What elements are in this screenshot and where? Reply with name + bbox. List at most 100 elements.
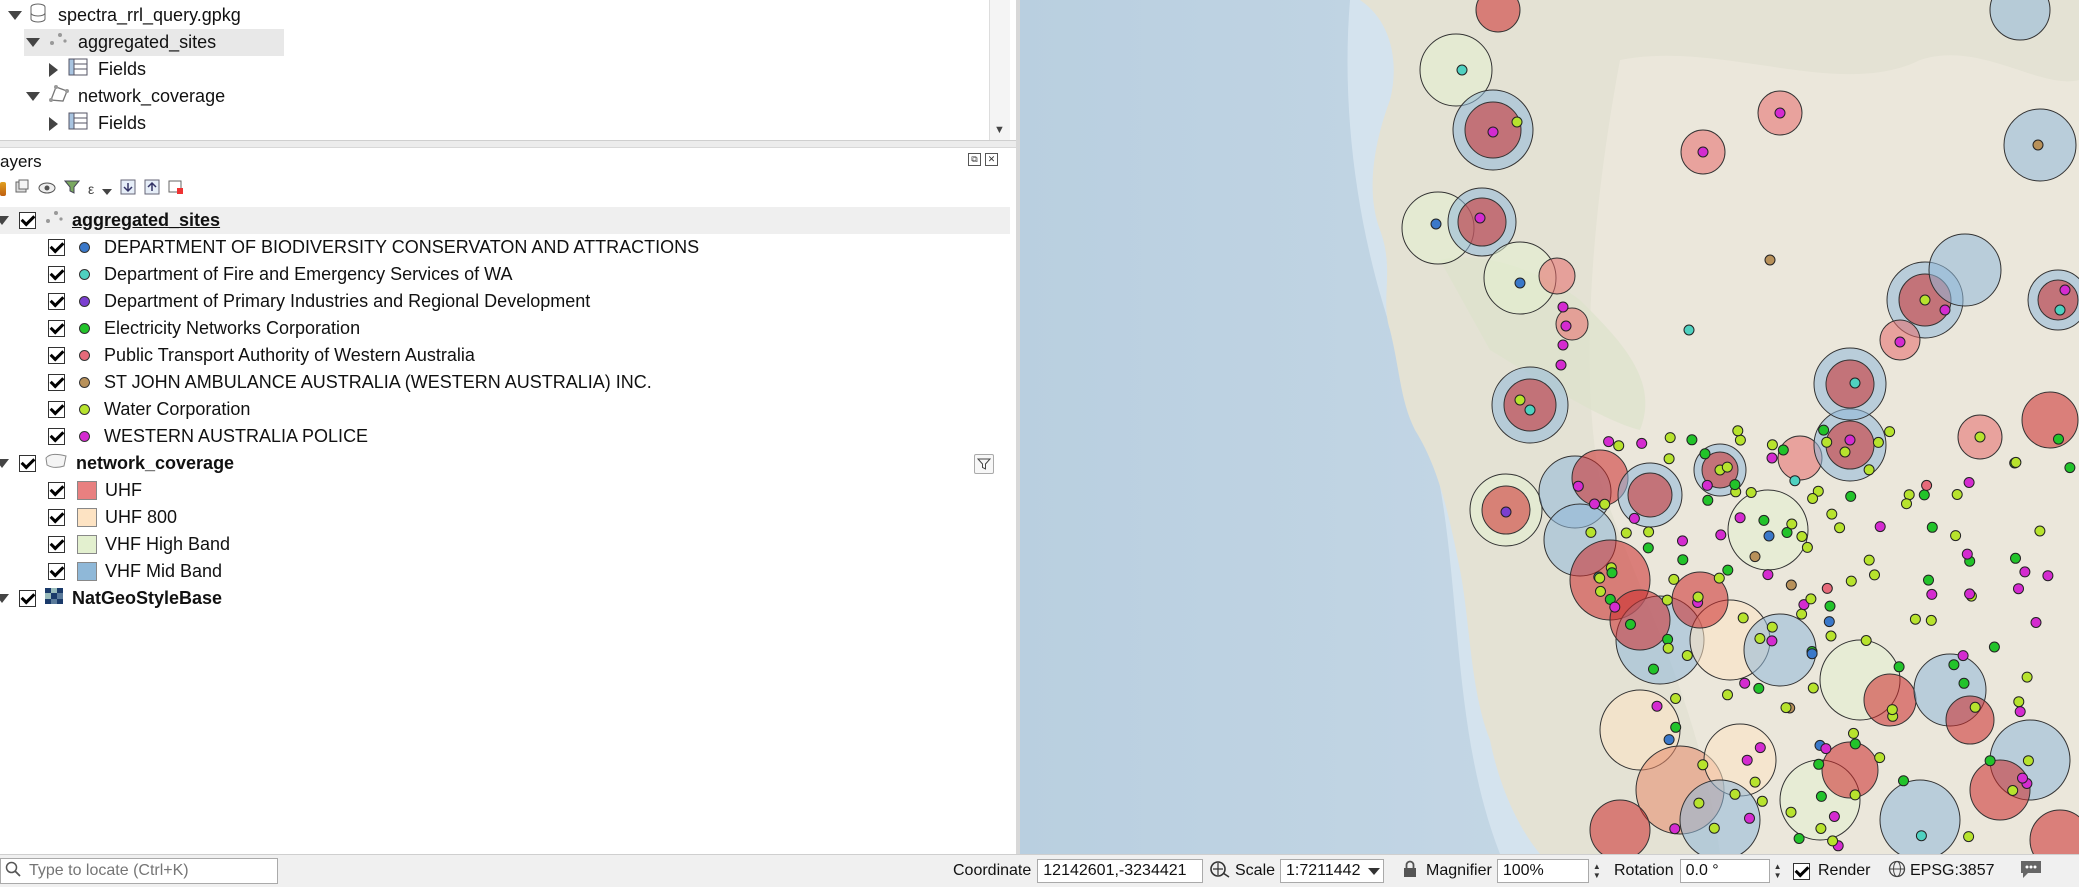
collapse-arrow-icon[interactable] xyxy=(0,594,9,603)
site-dot xyxy=(1963,831,1975,843)
class-symbol xyxy=(79,296,90,307)
class-visibility-checkbox[interactable] xyxy=(48,428,65,445)
locator-bar[interactable] xyxy=(0,858,278,884)
class-visibility-checkbox[interactable] xyxy=(48,239,65,256)
polygon-layer-icon xyxy=(48,84,70,109)
expand-arrow-icon[interactable] xyxy=(24,38,42,47)
legend-item[interactable]: Electricity Networks Corporation xyxy=(0,315,1010,342)
scroll-down-icon[interactable]: ▼ xyxy=(994,124,1005,136)
render-widget[interactable]: Render xyxy=(1793,855,1870,887)
site-dot xyxy=(2064,462,2076,474)
collapse-arrow-icon[interactable] xyxy=(44,116,62,131)
class-visibility-checkbox[interactable] xyxy=(48,482,65,499)
remove-layer-icon[interactable] xyxy=(168,179,184,200)
site-dot xyxy=(1663,453,1675,465)
legend-item[interactable]: WESTERN AUSTRALIA POLICE xyxy=(0,423,1010,450)
filter-legend-icon[interactable] xyxy=(63,179,81,200)
float-panel-icon[interactable]: ⧉ xyxy=(968,153,981,166)
map-canvas[interactable] xyxy=(1020,0,2079,854)
chevron-down-icon[interactable] xyxy=(1368,867,1381,875)
rotation-stepper[interactable]: ▲ ▼ xyxy=(1774,862,1782,880)
magnifier-spinbox[interactable]: 100% xyxy=(1496,859,1589,883)
site-dot xyxy=(1754,633,1766,644)
class-visibility-checkbox[interactable] xyxy=(48,374,65,391)
site-dot xyxy=(1749,776,1761,788)
class-symbol xyxy=(79,242,90,253)
locator-input[interactable] xyxy=(27,861,271,881)
manage-visibility-icon[interactable] xyxy=(38,179,56,200)
class-visibility-checkbox[interactable] xyxy=(48,266,65,283)
collapse-arrow-icon[interactable] xyxy=(0,459,9,468)
class-label: VHF Mid Band xyxy=(105,561,223,581)
lock-icon[interactable] xyxy=(1402,860,1418,883)
close-panel-icon[interactable]: ✕ xyxy=(985,153,998,166)
add-group-icon[interactable] xyxy=(14,179,30,200)
legend-item[interactable]: DEPARTMENT OF BIODIVERSITY CONSERVATON A… xyxy=(0,234,1010,261)
collapse-arrow-icon[interactable] xyxy=(0,216,9,225)
legend-item[interactable]: VHF High Band xyxy=(0,531,1010,558)
class-visibility-checkbox[interactable] xyxy=(48,401,65,418)
panel-splitter[interactable] xyxy=(0,140,1016,148)
collapse-all-icon[interactable] xyxy=(144,179,160,200)
site-dot xyxy=(1821,436,1833,448)
toggle-extents-icon[interactable] xyxy=(1209,859,1231,884)
site-dot xyxy=(1863,464,1875,476)
coordinate-field[interactable]: 12142601,-3234421 xyxy=(1037,859,1204,883)
legend-item[interactable]: Department of Primary Industries and Reg… xyxy=(0,288,1010,315)
chevron-down-icon[interactable] xyxy=(102,179,113,200)
browser-item-geopackage[interactable]: spectra_rrl_query.gpkg xyxy=(6,2,241,29)
rotation-spinbox[interactable]: 0.0 ° xyxy=(1679,859,1770,883)
browser-scrollbar[interactable]: ▼ xyxy=(989,0,1010,140)
class-visibility-checkbox[interactable] xyxy=(48,320,65,337)
browser-item-aggregated-sites[interactable]: aggregated_sites xyxy=(24,29,284,56)
browser-item-network-coverage[interactable]: network_coverage xyxy=(24,83,225,110)
legend-item[interactable]: Public Transport Authority of Western Au… xyxy=(0,342,1010,369)
site-dot xyxy=(1697,759,1709,771)
legend-item[interactable]: VHF Mid Band xyxy=(0,558,1010,585)
layer-aggregated-sites[interactable]: aggregated_sites xyxy=(0,207,1010,234)
site-dot xyxy=(1874,752,1886,764)
legend-item[interactable]: ST JOHN AMBULANCE AUSTRALIA (WESTERN AUS… xyxy=(0,369,1010,396)
class-label: DEPARTMENT OF BIODIVERSITY CONSERVATON A… xyxy=(104,237,700,257)
site-dot xyxy=(1903,489,1915,501)
layer-visibility-checkbox[interactable] xyxy=(19,212,36,229)
layer-basemap[interactable]: NatGeoStyleBase xyxy=(0,585,1010,612)
render-checkbox[interactable] xyxy=(1793,862,1810,880)
geopackage-icon xyxy=(30,3,46,28)
style-brush-icon[interactable] xyxy=(0,182,6,196)
filter-icon[interactable] xyxy=(974,453,994,474)
legend-item[interactable]: UHF xyxy=(0,477,1010,504)
browser-item-fields[interactable]: Fields xyxy=(44,110,146,137)
site-dot xyxy=(1813,758,1825,770)
site-dot xyxy=(1662,642,1674,654)
site-dot xyxy=(1923,574,1934,586)
magnifier-stepper[interactable]: ▲ ▼ xyxy=(1593,862,1601,880)
legend-item[interactable]: Water Corporation xyxy=(0,396,1010,423)
class-visibility-checkbox[interactable] xyxy=(48,509,65,526)
crs-button[interactable]: EPSG:3857 xyxy=(1888,855,1995,887)
layer-visibility-checkbox[interactable] xyxy=(19,455,36,472)
class-visibility-checkbox[interactable] xyxy=(48,347,65,364)
layer-network-coverage[interactable]: network_coverage xyxy=(0,450,1010,477)
messages-button[interactable] xyxy=(2018,855,2044,887)
site-dot xyxy=(1805,593,1817,605)
expand-all-icon[interactable] xyxy=(120,179,136,200)
scale-combobox[interactable]: 1:7211442 xyxy=(1280,859,1385,883)
site-dot xyxy=(1796,608,1808,620)
site-dot xyxy=(1663,734,1675,746)
class-visibility-checkbox[interactable] xyxy=(48,563,65,580)
layer-name: network_coverage xyxy=(76,453,235,473)
site-dot xyxy=(1670,721,1682,733)
filter-expression-icon[interactable]: ε xyxy=(88,181,94,197)
legend-item[interactable]: UHF 800 xyxy=(0,504,1010,531)
legend-item[interactable]: Department of Fire and Emergency Service… xyxy=(0,261,1010,288)
collapse-arrow-icon[interactable] xyxy=(44,62,62,77)
expand-arrow-icon[interactable] xyxy=(6,11,24,20)
class-visibility-checkbox[interactable] xyxy=(48,293,65,310)
class-visibility-checkbox[interactable] xyxy=(48,536,65,553)
site-dot xyxy=(1677,535,1688,547)
layer-visibility-checkbox[interactable] xyxy=(19,590,36,607)
site-dot xyxy=(1872,436,1884,448)
browser-item-fields[interactable]: Fields xyxy=(44,56,146,83)
expand-arrow-icon[interactable] xyxy=(24,92,42,101)
